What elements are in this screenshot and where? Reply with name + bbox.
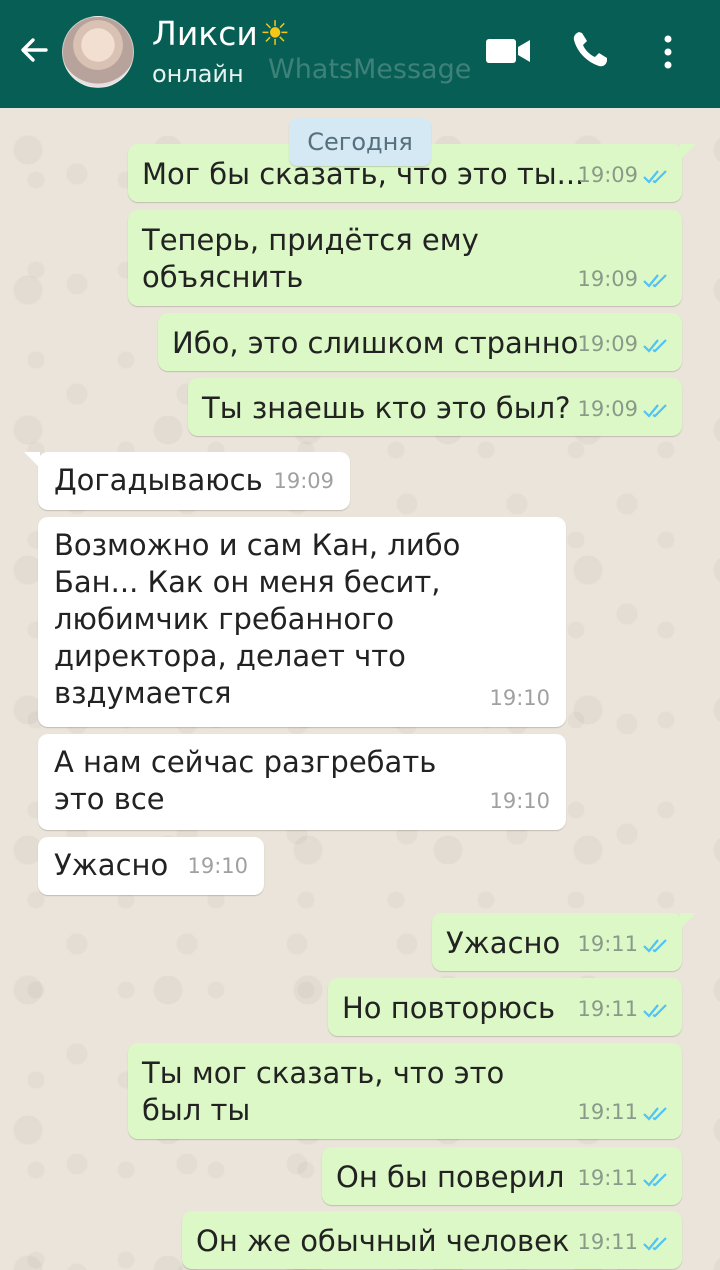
message-time: 19:10 [489,686,550,710]
contact-name[interactable]: Ликси ☀ [152,14,290,54]
message-text: Он бы поверил [336,1160,565,1194]
outgoing-message[interactable]: Теперь, придётся ему объяснить 19:09 [128,210,682,306]
message-time: 19:09 [577,332,638,356]
read-ticks-icon [643,338,667,353]
message-meta: 19:09 [577,261,672,298]
date-separator: Сегодня [289,118,431,166]
read-ticks-icon [643,273,667,288]
message-meta: 19:10 [489,680,550,717]
message-text: Ужасно [54,848,169,882]
message-time: 19:11 [577,1100,638,1124]
read-ticks-icon [643,1003,667,1018]
back-arrow-icon[interactable] [16,30,56,70]
message-text: Ты знаешь кто это был? [202,391,571,425]
message-meta: 19:10 [489,783,550,820]
message-text: Но повторюсь [342,991,556,1025]
message-meta: 19:11 [577,991,672,1028]
read-ticks-icon [643,1106,667,1121]
message-text: Ужасно [446,926,561,960]
message-meta: 19:10 [187,848,248,885]
chat-header: Ликси ☀ онлайн WhatsMessage [0,0,720,108]
outgoing-message[interactable]: Ибо, это слишком странно 19:09 [158,313,682,371]
read-ticks-icon [643,1236,667,1251]
phone-call-icon[interactable] [570,28,612,70]
message-text: А нам сейчас разгребать это все [54,745,437,816]
message-meta: 19:11 [577,926,672,963]
incoming-message[interactable]: Догадываюсь 19:09 [24,452,350,510]
message-time: 19:09 [577,163,638,187]
contact-avatar[interactable] [62,16,134,88]
message-meta: 19:09 [273,463,334,500]
message-time: 19:10 [187,854,248,878]
read-ticks-icon [643,169,667,184]
contact-name-text: Ликси [152,14,258,53]
incoming-message[interactable]: Возможно и сам Кан, либо Бан... Как он м… [38,517,566,727]
message-time: 19:09 [273,469,334,493]
message-time: 19:11 [577,1230,638,1254]
outgoing-message[interactable]: Ты знаешь кто это был? 19:09 [188,378,682,436]
outgoing-message[interactable]: Он же обычный человек 19:11 [182,1211,682,1269]
message-text: Возможно и сам Кан, либо Бан... Как он м… [54,528,461,710]
read-ticks-icon [643,403,667,418]
contact-status: онлайн [152,60,244,88]
message-text: Догадываюсь [54,463,263,497]
message-text: Ты мог сказать, что это был ты [142,1056,505,1127]
read-ticks-icon [643,938,667,953]
incoming-message[interactable]: А нам сейчас разгребать это все 19:10 [38,734,566,830]
message-text: Ибо, это слишком странно [172,326,579,360]
read-ticks-icon [643,1172,667,1187]
message-time: 19:11 [577,932,638,956]
message-time: 19:10 [489,789,550,813]
message-time: 19:11 [577,997,638,1021]
message-time: 19:09 [577,267,638,291]
message-time: 19:11 [577,1166,638,1190]
message-meta: 19:09 [577,157,672,194]
watermark: WhatsMessage [268,54,472,85]
sun-emoji-icon: ☀ [259,14,291,54]
message-text: Теперь, придётся ему объяснить [142,223,479,294]
outgoing-message[interactable]: Ты мог сказать, что это был ты 19:11 [128,1043,682,1139]
message-meta: 19:11 [577,1160,672,1197]
incoming-message[interactable]: Ужасно 19:10 [38,837,264,895]
outgoing-message[interactable]: Но повторюсь 19:11 [328,978,682,1036]
message-meta: 19:09 [577,391,672,428]
message-time: 19:09 [577,397,638,421]
overflow-menu-icon[interactable] [656,32,680,72]
outgoing-message[interactable]: Он бы поверил 19:11 [322,1147,682,1205]
message-meta: 19:11 [577,1094,672,1131]
video-call-icon[interactable] [484,34,532,68]
outgoing-message[interactable]: Ужасно 19:11 [432,913,696,971]
message-text: Он же обычный человек [196,1224,570,1258]
message-meta: 19:11 [577,1224,672,1261]
message-meta: 19:09 [577,326,672,363]
